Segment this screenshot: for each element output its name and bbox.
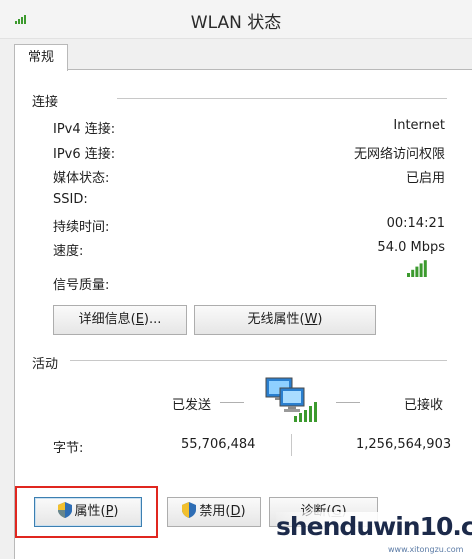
details-button-suffix: )... [143, 312, 162, 327]
ipv6-value: 无网络访问权限 [353, 147, 445, 162]
disable-button-text: 禁用( [199, 504, 231, 519]
details-button-key: E [135, 312, 144, 327]
tab-general[interactable]: 常规 [14, 44, 68, 71]
ipv4-value: Internet [393, 118, 445, 133]
bytes-received-value: 1,256,564,903 [356, 437, 452, 452]
speed-value: 54.0 Mbps [377, 240, 445, 255]
ipv4-label: IPv4 连接: [53, 122, 116, 137]
signal-quality-label: 信号质量: [53, 278, 110, 293]
wireless-button-key: W [304, 312, 318, 327]
bytes-separator [291, 434, 292, 456]
bytes-label: 字节: [53, 441, 84, 456]
received-label: 已接收 [404, 398, 444, 413]
received-line [336, 402, 360, 403]
watermark-sub-text: www.xitongzu.com [388, 545, 464, 554]
disable-button-suffix: ) [240, 504, 246, 519]
window-title: WLAN 状态 [190, 13, 282, 33]
bytes-sent-value: 55,706,484 [181, 437, 256, 452]
media-state-value: 已启用 [405, 171, 445, 186]
disable-button-key: D [230, 504, 241, 519]
activity-group-title: 活动 [32, 357, 59, 372]
network-computers-icon [265, 377, 317, 422]
red-highlight-box [15, 486, 158, 538]
signal-bar [423, 260, 427, 277]
duration-label: 持续时间: [53, 220, 110, 235]
signal-bar [419, 263, 423, 277]
activity-divider [70, 360, 447, 361]
signal-strength-icon [407, 260, 427, 277]
connection-divider [117, 98, 447, 99]
disable-button[interactable]: 禁用(D) [167, 497, 261, 527]
media-state-label: 媒体状态: [53, 171, 110, 186]
ssid-label: SSID: [53, 192, 88, 207]
signal-bar [407, 273, 410, 277]
speed-label: 速度: [53, 244, 84, 259]
connection-group-title: 连接 [32, 95, 59, 110]
watermark-main-text: shenduwin10.com [276, 512, 472, 541]
watermark-logo: shenduwin10.com www.xitongzu.com [276, 512, 472, 558]
duration-value: 00:14:21 [386, 216, 445, 231]
wireless-properties-button[interactable]: 无线属性(W) [194, 305, 376, 335]
signal-bar [411, 269, 415, 277]
title-bar[interactable]: WLAN 状态 [0, 0, 472, 39]
uac-shield-icon [182, 502, 197, 518]
wireless-button-text: 无线属性( [247, 312, 305, 327]
wireless-button-suffix: ) [317, 312, 323, 327]
sent-label: 已发送 [172, 398, 212, 413]
sent-line [220, 402, 244, 403]
ipv6-label: IPv6 连接: [53, 147, 116, 162]
details-button[interactable]: 详细信息(E)... [53, 305, 187, 335]
signal-bar [415, 266, 419, 277]
details-button-text: 详细信息( [78, 312, 136, 327]
